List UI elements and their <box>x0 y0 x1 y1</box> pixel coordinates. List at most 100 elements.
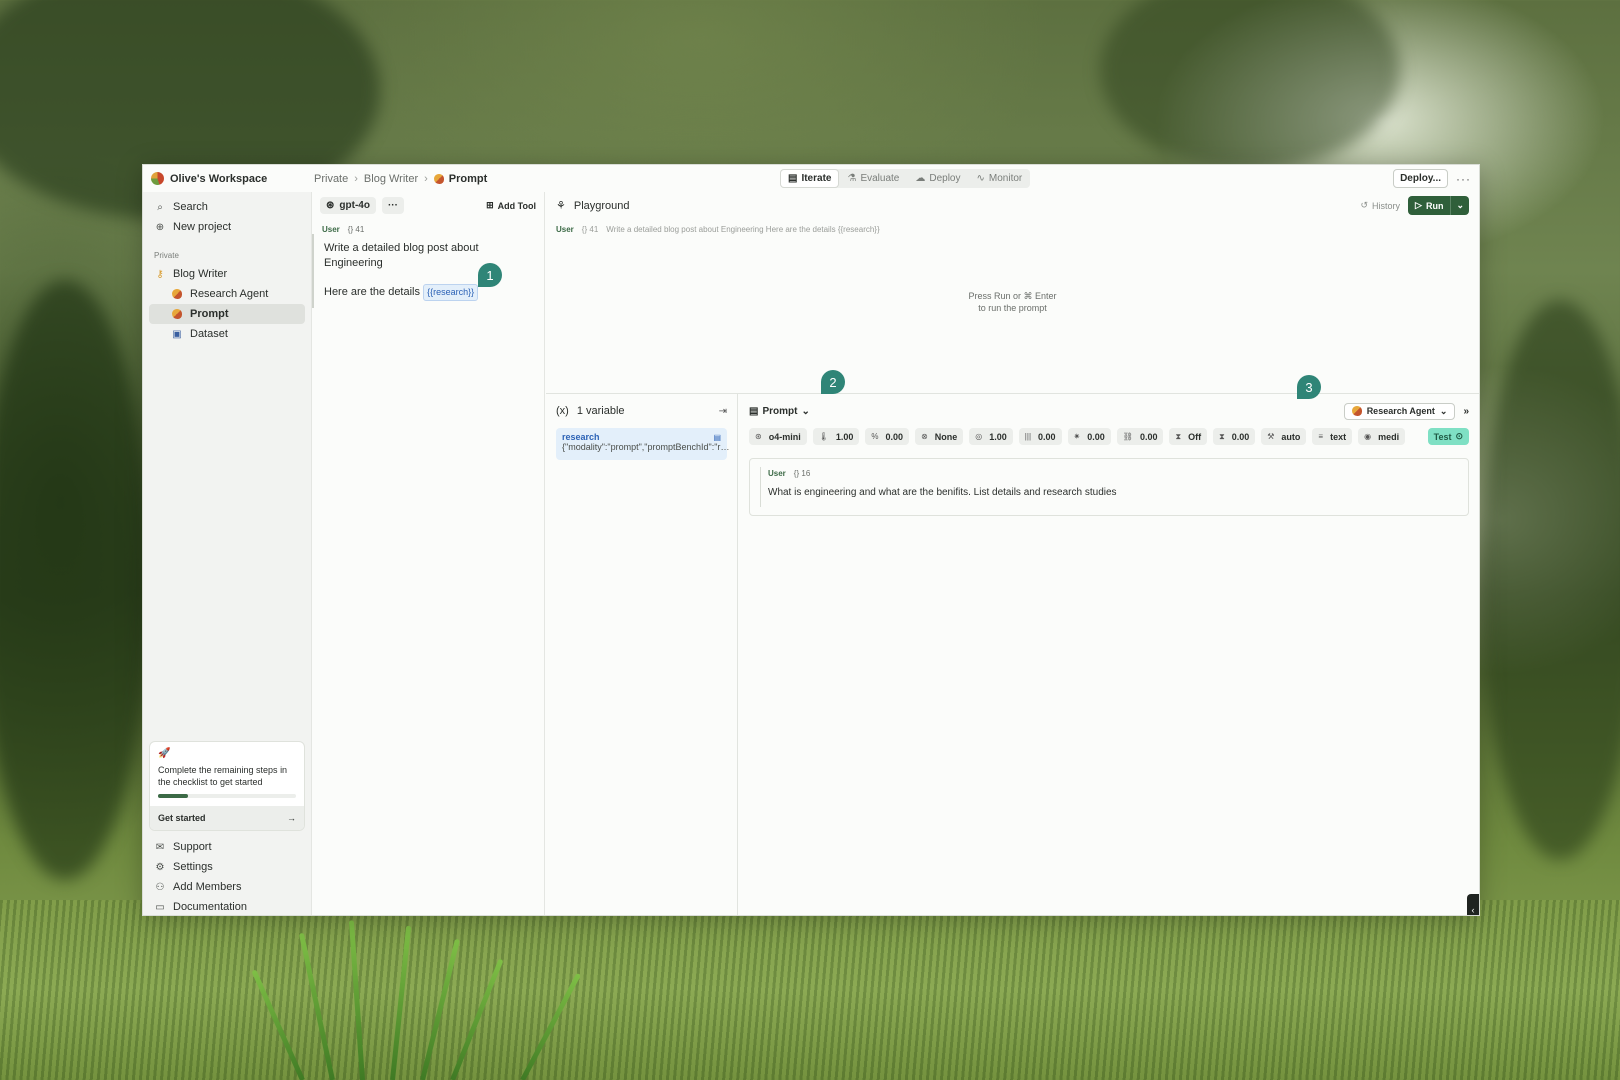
chevron-down-icon[interactable]: ⌄ <box>1451 200 1469 211</box>
variables-count: 1 variable <box>576 405 625 417</box>
model-options-button[interactable]: ··· <box>381 197 404 214</box>
param-model[interactable]: ⊛ o4-mini <box>749 428 807 445</box>
param-value: 0.00 <box>1087 431 1105 442</box>
param-temperature[interactable]: 🌡 1.00 <box>812 428 860 445</box>
variable-card[interactable]: research {"modality":"prompt","promptBen… <box>556 428 730 460</box>
agent-selector[interactable]: Research Agent ⌄ <box>1343 402 1456 420</box>
model-selector[interactable]: ⊛ gpt-4o <box>320 197 376 214</box>
agent-icon <box>1351 406 1362 416</box>
collapse-panel-icon[interactable]: ⇥ <box>719 406 727 417</box>
prompt-text-area[interactable]: Write a detailed blog post about Enginee… <box>312 234 544 308</box>
cloud-icon: ☁ <box>915 173 926 184</box>
checklist-progress-fill <box>158 794 189 798</box>
chevron-left-icon: ‹ <box>1471 905 1475 915</box>
hourglass-icon: ⧗ <box>1219 431 1225 441</box>
background-foliage <box>1480 300 1620 860</box>
workspace-switcher[interactable]: Olive's Workspace <box>143 165 311 192</box>
param-top-p[interactable]: % 0.00 <box>865 428 910 445</box>
param-reasoning[interactable]: ⧗ Off <box>1169 428 1208 445</box>
deploy-button[interactable]: Deploy... <box>1393 169 1448 188</box>
history-button[interactable]: ↺ History <box>1360 200 1400 211</box>
sidebar-item-dataset[interactable]: ▣ Dataset <box>143 324 311 344</box>
more-menu-icon[interactable]: ··· <box>1456 172 1471 186</box>
param-effort[interactable]: ◉ medi <box>1358 428 1406 445</box>
sidebar-item-label: Documentation <box>173 901 247 913</box>
token-count-value: 16 <box>801 469 811 478</box>
tab-monitor[interactable]: ∿ Monitor <box>970 170 1030 187</box>
breadcrumb-private[interactable]: Private <box>314 173 348 185</box>
get-started-button[interactable]: Get started → <box>150 806 304 830</box>
background-foliage <box>1100 0 1400 170</box>
param-value: o4-mini <box>768 431 801 442</box>
document-icon[interactable]: ▤ <box>713 433 721 442</box>
sidebar-search-label: Search <box>173 201 208 213</box>
run-main[interactable]: ▷ Run <box>1408 196 1452 215</box>
breadcrumb: Private › Blog Writer › Prompt <box>311 173 487 185</box>
param-tool-choice[interactable]: ⚒ auto <box>1261 428 1307 445</box>
target-icon: ◉ <box>1364 432 1372 441</box>
variable-pill[interactable]: {{research}} <box>423 284 479 301</box>
sidebar-search[interactable]: ⌕ Search <box>143 197 311 217</box>
play-circle-icon: ⊙ <box>1455 431 1463 441</box>
test-message-card[interactable]: User {} 16 What is engineering and what … <box>749 458 1469 516</box>
thermometer-icon: 🌡 <box>818 432 829 441</box>
agent-area: Research Agent ⌄ » <box>1343 402 1469 420</box>
dataset-icon: ▣ <box>172 328 182 340</box>
sidebar-new-project[interactable]: ⊕ New project <box>143 217 311 237</box>
run-hint-line-1: Press Run or ⌘ Enter <box>968 291 1057 301</box>
search-icon: ⌕ <box>157 201 163 213</box>
play-icon: ▷ <box>1415 200 1422 210</box>
checklist-progress <box>158 794 296 798</box>
flask-icon: ⚗ <box>847 173 857 184</box>
sidebar-item-add-members[interactable]: ⚇ Add Members <box>143 877 311 897</box>
expand-all-icon[interactable]: » <box>1463 406 1469 417</box>
variables-header: (x) 1 variable ⇥ <box>546 394 737 428</box>
message-role: User <box>556 225 574 234</box>
tab-monitor-label: Monitor <box>988 173 1023 184</box>
side-panel-toggle[interactable]: ‹ <box>1467 894 1479 915</box>
chevron-down-icon[interactable]: ⌄ <box>801 406 809 417</box>
param-bars[interactable]: ||| 0.00 <box>1018 428 1062 445</box>
prompt-editor: ⊛ gpt-4o ··· ⊞ Add Tool User {} 41 Write… <box>311 192 545 915</box>
callout-marker-1: 1 <box>478 263 502 287</box>
openai-icon: ⊛ <box>326 200 335 211</box>
param-timeout[interactable]: ⧗ 0.00 <box>1213 428 1256 445</box>
param-frequency[interactable]: ◎ 1.00 <box>969 428 1013 445</box>
source-selector[interactable]: Prompt <box>762 406 797 417</box>
lines-icon: ≡ <box>1318 432 1324 441</box>
sidebar-item-support[interactable]: ✉ Support <box>143 837 311 857</box>
token-count: {} 41 <box>348 225 364 234</box>
tab-deploy-label: Deploy <box>929 173 961 184</box>
hourglass-icon: ⧗ <box>1175 431 1182 441</box>
sidebar-item-documentation[interactable]: ▭ Documentation <box>143 897 311 915</box>
param-penalty[interactable]: ⛓ 0.00 <box>1116 428 1164 445</box>
run-button[interactable]: ▷ Run ⌄ <box>1408 196 1469 215</box>
tab-iterate[interactable]: ▤ Iterate <box>781 170 839 187</box>
sidebar-item-research-agent[interactable]: Research Agent <box>143 284 311 304</box>
param-value: 0.00 <box>885 431 904 442</box>
sidebar-item-prompt[interactable]: Prompt <box>149 304 305 324</box>
message-role: User <box>322 225 340 234</box>
book-icon: ▭ <box>155 901 165 913</box>
model-label: gpt-4o <box>339 200 370 211</box>
tab-evaluate[interactable]: ⚗ Evaluate <box>840 170 906 187</box>
test-message-header: User {} 16 <box>768 469 1458 478</box>
onboarding-checklist: 🚀 Complete the remaining steps in the ch… <box>149 741 305 831</box>
top-bar: Olive's Workspace Private › Blog Writer … <box>143 165 1479 192</box>
param-presence[interactable]: ✷ 0.00 <box>1067 428 1111 445</box>
sidebar-item-blog-writer[interactable]: ⚷ Blog Writer <box>143 264 311 284</box>
tab-deploy[interactable]: ☁ Deploy <box>908 170 967 187</box>
editor-toolbar: ⊛ gpt-4o ··· ⊞ Add Tool <box>312 192 544 219</box>
sidebar-section-label: Private <box>154 251 179 260</box>
bars-icon: ||| <box>1024 432 1032 441</box>
sidebar-item-label: Support <box>173 841 212 853</box>
sidebar-item-settings[interactable]: ⚙ Settings <box>143 857 311 877</box>
test-button[interactable]: Test ⊙ <box>1427 428 1469 445</box>
param-stop[interactable]: ⊗ None <box>915 428 964 445</box>
breadcrumb-blog-writer[interactable]: Blog Writer <box>364 173 418 185</box>
sidebar-item-label: Blog Writer <box>173 268 228 280</box>
param-response-format[interactable]: ≡ text <box>1312 428 1353 445</box>
playground: ⚘ Playground ↺ History ▷ Run ⌄ User {} 4… <box>546 192 1479 915</box>
token-count-value: 41 <box>589 225 599 234</box>
add-tool-button[interactable]: ⊞ Add Tool <box>486 200 536 211</box>
